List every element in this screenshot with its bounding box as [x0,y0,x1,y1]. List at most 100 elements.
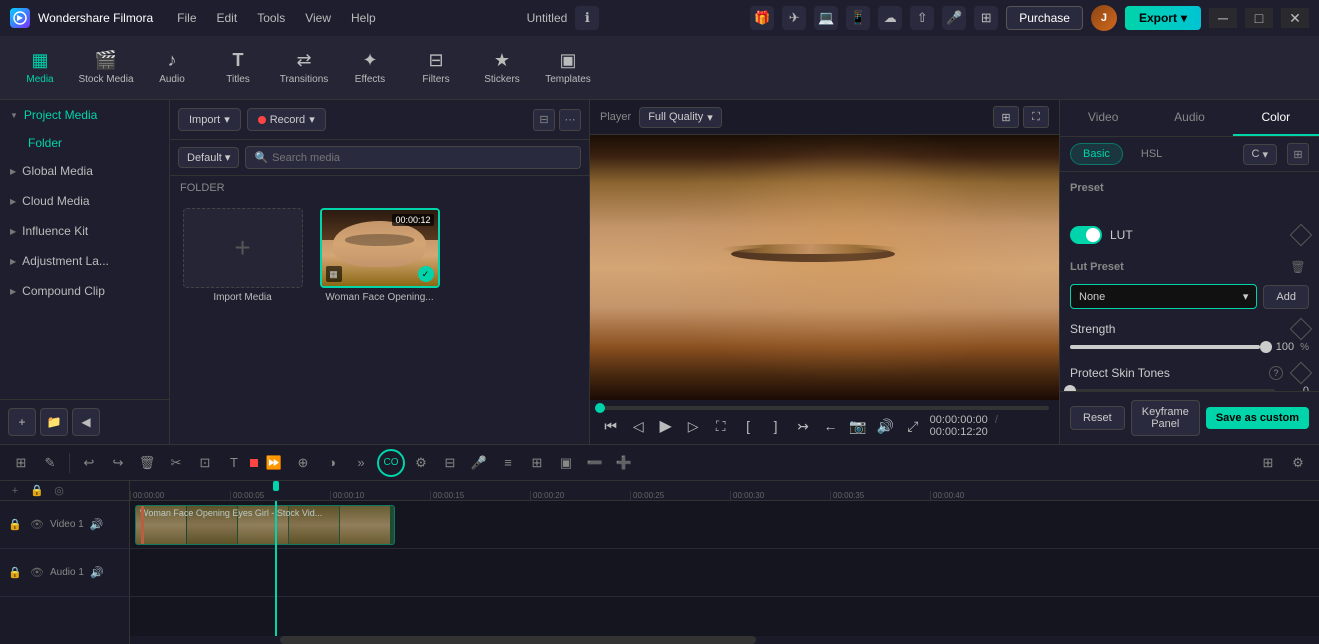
default-view-button[interactable]: Default ▾ [178,147,239,168]
more-options-icon[interactable]: ⋯ [559,109,581,131]
add-lut-button[interactable]: Add [1263,285,1309,309]
collapse-panel-button[interactable]: ◀ [72,408,100,436]
color-tab-basic[interactable]: Basic [1070,143,1123,165]
send-icon[interactable]: ✈ [782,6,806,30]
toolbar-titles[interactable]: T Titles [206,40,270,96]
video-track-lock[interactable]: 🔒 [6,516,24,534]
close-button[interactable]: ✕ [1281,8,1309,28]
maximize-button[interactable]: □ [1245,8,1273,28]
delete-lut-button[interactable]: 🗑 [1287,256,1309,278]
minimize-button[interactable]: ─ [1209,8,1237,28]
play-button[interactable]: ▶ [655,414,676,438]
share-icon[interactable]: ⇧ [910,6,934,30]
audio-track-button[interactable]: 🎤 [466,450,492,476]
toolbar-stickers[interactable]: ★ Stickers [470,40,534,96]
toolbar-filters[interactable]: ⊟ Filters [404,40,468,96]
sidebar-item-folder[interactable]: Folder [0,130,169,156]
save-as-custom-button[interactable]: Save as custom [1206,407,1309,429]
menu-tools[interactable]: Tools [257,11,285,25]
frame-forward-button[interactable]: ▷ [682,414,703,438]
tab-color[interactable]: Color [1233,100,1319,136]
color-mode-button[interactable]: C ▾ [1243,144,1277,165]
reset-button[interactable]: Reset [1070,406,1125,430]
add-track-button[interactable]: + [6,482,24,500]
skin-thumb[interactable] [1064,385,1076,391]
cloud-icon[interactable]: ☁ [878,6,902,30]
add-marker-button[interactable]: ↣ [792,414,813,438]
phone-icon[interactable]: 📱 [846,6,870,30]
export-button[interactable]: Export ▾ [1125,6,1201,30]
video-track-eye[interactable]: 👁 [28,516,46,534]
folder-icon[interactable]: 📁 [40,408,68,436]
mark-in-button[interactable]: [ [737,414,758,438]
timeline-pen-tool[interactable]: ✎ [37,450,63,476]
undo-button[interactable]: ↩ [76,450,102,476]
filter-icon[interactable]: ⊟ [533,109,555,131]
list-item[interactable]: + Import Media [178,208,307,436]
skin-keyframe-icon[interactable] [1290,362,1313,385]
progress-bar[interactable] [600,406,1049,410]
toolbar-transitions[interactable]: ⇄ Transitions [272,40,336,96]
sidebar-item-adjustment[interactable]: ▶ Adjustment La... [0,246,169,276]
skin-slider[interactable] [1070,389,1275,391]
clip-property-button[interactable]: ⊟ [437,450,463,476]
sidebar-item-influence-kit[interactable]: ▶ Influence Kit [0,216,169,246]
text-button[interactable]: T [221,450,247,476]
magnetic-button[interactable]: ◎ [50,482,68,500]
lut-preset-dropdown[interactable]: None ▾ [1070,284,1257,309]
more-effects-button[interactable]: » [348,450,374,476]
sidebar-item-project-media[interactable]: ▼ Project Media [0,100,169,130]
voice-over-button[interactable]: ← [820,414,841,438]
frame-back-button[interactable]: ◁ [627,414,648,438]
panel-customize-icon[interactable]: ⊞ [1287,143,1309,165]
add-to-timeline-icon[interactable]: ▦ [326,266,342,282]
devices-icon[interactable]: 💻 [814,6,838,30]
lock-all-button[interactable]: 🔒 [28,482,46,500]
import-media-thumb[interactable]: + [183,208,303,288]
overlay-button[interactable]: ⊞ [524,450,550,476]
menu-edit[interactable]: Edit [217,11,238,25]
menu-file[interactable]: File [177,11,196,25]
subtitle-button[interactable]: ≡ [495,450,521,476]
audio-track-lock[interactable]: 🔒 [6,564,24,582]
protect-skin-info-icon[interactable]: ? [1269,366,1283,380]
timeline-ruler[interactable]: 00:00:00 00:00:05 00:00:10 00:00:15 00:0… [130,481,1319,501]
timeline-scrollbar[interactable] [130,636,1319,644]
tab-audio[interactable]: Audio [1146,100,1232,136]
add-folder-button[interactable]: + [8,408,36,436]
screenshot-button[interactable]: 📷 [847,414,868,438]
fullscreen-player-button[interactable]: ⛶ [710,414,731,438]
cut-button[interactable]: ✂ [163,450,189,476]
grid-view-button[interactable]: ⊞ [993,106,1019,128]
zoom-plus-button[interactable]: ➕ [611,450,637,476]
redo-button[interactable]: ↪ [105,450,131,476]
quality-button[interactable]: Full Quality ▾ [639,107,722,128]
gift-icon[interactable]: 🎁 [750,6,774,30]
import-button[interactable]: Import ▾ [178,108,241,131]
tab-video[interactable]: Video [1060,100,1146,136]
mark-out-button[interactable]: ] [765,414,786,438]
volume-button[interactable]: 🔊 [875,414,896,438]
speed-button[interactable]: ⏩ [261,450,287,476]
pip-button[interactable]: ▣ [553,450,579,476]
toolbar-media[interactable]: ▦ Media [8,40,72,96]
search-input[interactable] [272,152,572,164]
timeline-settings-button[interactable]: ⚙ [1285,450,1311,476]
sidebar-item-cloud-media[interactable]: ▶ Cloud Media [0,186,169,216]
fullscreen-button[interactable]: ⛶ [1023,106,1049,128]
lut-toggle[interactable] [1070,226,1102,244]
toolbar-effects[interactable]: ✦ Effects [338,40,402,96]
sidebar-item-compound-clip[interactable]: ▶ Compound Clip [0,276,169,306]
timeline-layout-button[interactable]: ⊞ [1255,450,1281,476]
user-avatar[interactable]: J [1091,5,1117,31]
toolbar-templates[interactable]: ▣ Templates [536,40,600,96]
woman-face-thumb[interactable]: 00:00:12 ▦ ✓ [320,208,440,288]
delete-button[interactable]: 🗑 [134,450,160,476]
timeline-select-tool[interactable]: ⊞ [8,450,34,476]
mic-icon[interactable]: 🎤 [942,6,966,30]
strength-slider[interactable] [1070,345,1260,349]
color-tab-hsl[interactable]: HSL [1129,144,1174,164]
snap-button[interactable]: ⚙ [408,450,434,476]
color-correct-button[interactable]: ⊕ [290,450,316,476]
record-button[interactable]: Record ▾ [247,108,326,131]
